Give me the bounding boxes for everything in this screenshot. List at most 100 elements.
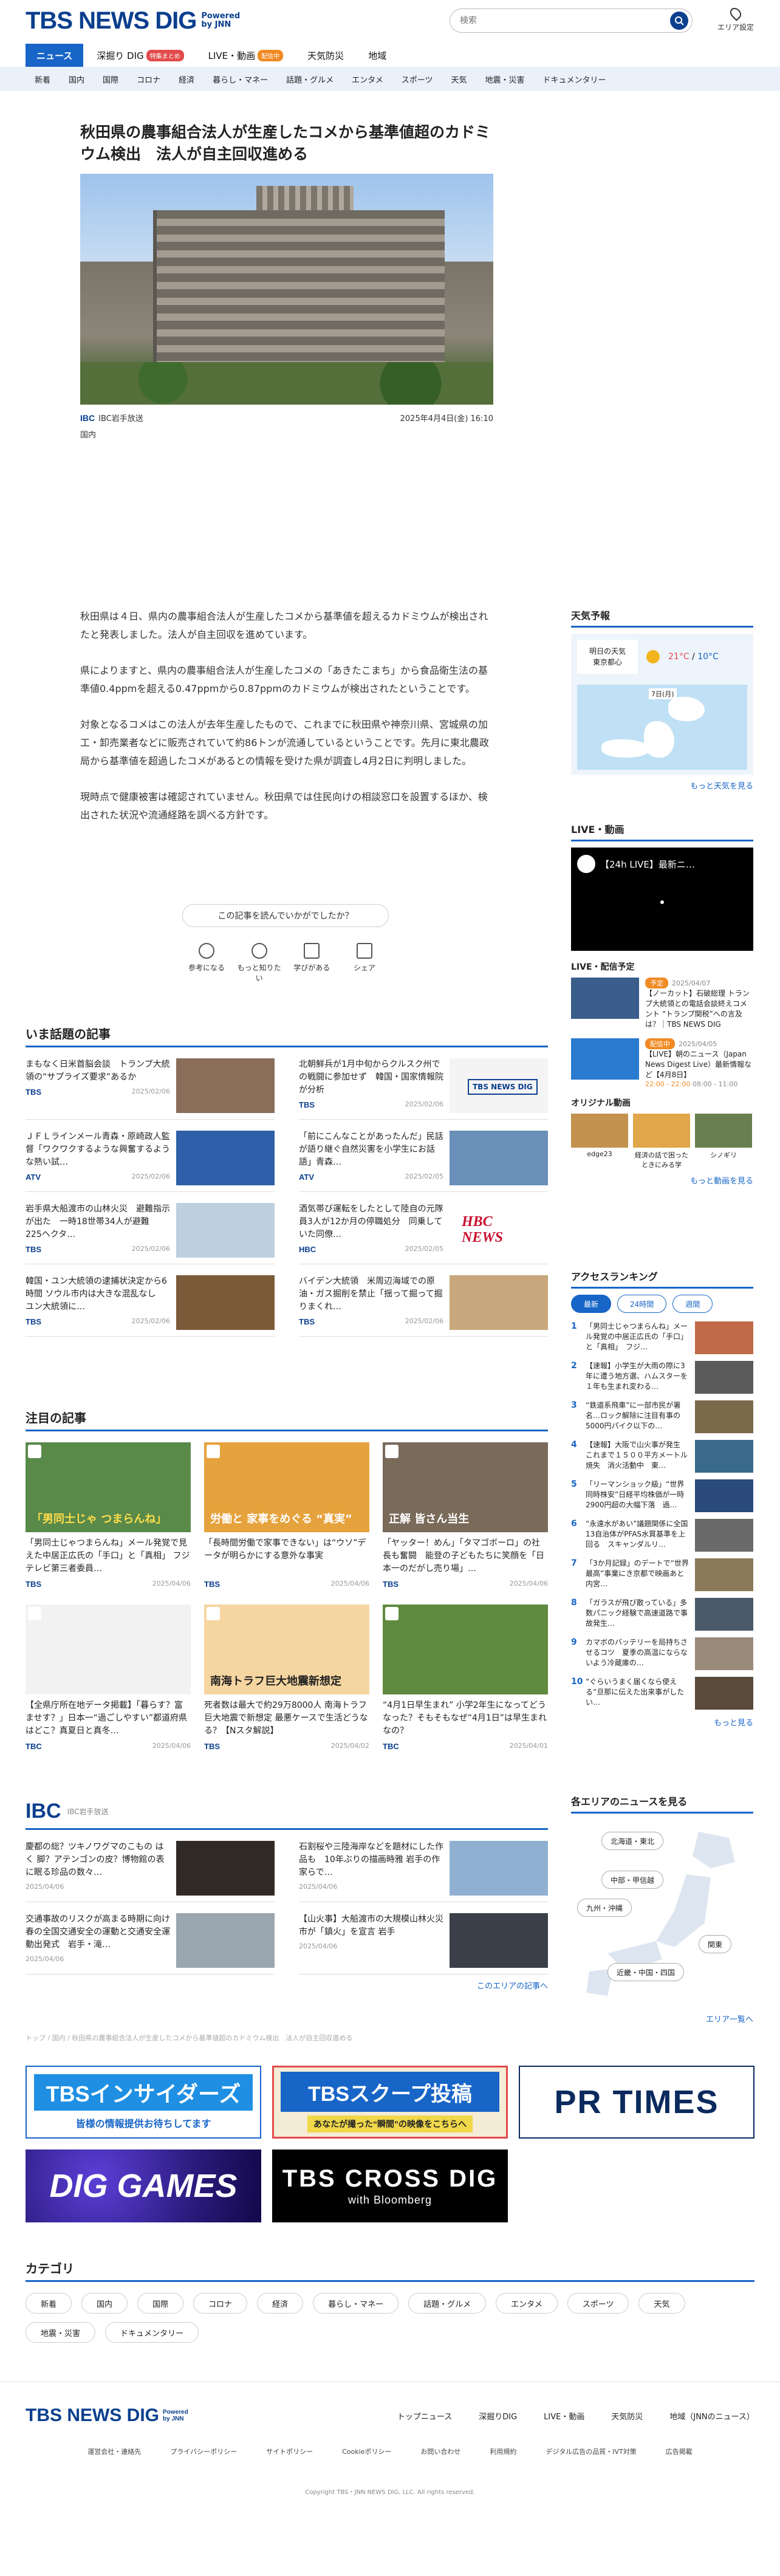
footer-link[interactable]: サイトポリシー xyxy=(266,2447,313,2456)
banner-dig-games[interactable]: DIG GAMES xyxy=(26,2150,261,2222)
category-chip[interactable]: 天気 xyxy=(638,2293,685,2314)
banner-insiders[interactable]: TBSインサイダーズ 皆様の情報提供お待ちしてます xyxy=(26,2066,261,2139)
subnav-item[interactable]: スポーツ xyxy=(392,74,442,85)
ranking-item[interactable]: 7 「3か月記録」のデートで“世界最高”事業にき京都で映画あと内宮… xyxy=(571,1558,753,1591)
footer-nav-item[interactable]: 地域（JNNのニュース） xyxy=(669,2410,754,2422)
footer-nav-item[interactable]: 深掘りDIG xyxy=(479,2410,517,2422)
nav-live[interactable]: LIVE・動画 配信中 xyxy=(197,44,295,67)
ranking-item[interactable]: 10 “ぐらいうまく届くなら使える”旦那に伝えた出来事がしたい… xyxy=(571,1677,753,1710)
regional-card[interactable]: 石割桜や三陸海岸などを題材にした作品も 10年ぶりの描画時雅 岩手の作家らで… 2… xyxy=(299,1841,548,1902)
category-chip[interactable]: コロナ xyxy=(193,2293,248,2314)
nav-weather[interactable]: 天気防災 xyxy=(296,44,355,67)
footer-nav-item[interactable]: トップニュース xyxy=(397,2410,452,2422)
nav-region[interactable]: 地域 xyxy=(357,44,397,67)
category-chip[interactable]: 経済 xyxy=(257,2293,304,2314)
category-chip[interactable]: 国際 xyxy=(137,2293,184,2314)
trending-card[interactable]: 韓国・ユン大統領の逮捕状決定から6時間 ソウル市内は大きな混乱なし ユン大統領に… xyxy=(26,1275,275,1337)
more-weather-link[interactable]: もっと天気を見る xyxy=(571,779,753,791)
category-chip[interactable]: 地震・災害 xyxy=(26,2322,96,2343)
featured-card[interactable]: 【全県庁所在地データ掲載】「暮らす？富ませす？」日本一“過ごしやすい”都道府県は… xyxy=(26,1605,191,1751)
area-button-hokkaido-tohoku[interactable]: 北海道・東北 xyxy=(601,1832,664,1850)
search-input[interactable] xyxy=(460,16,670,26)
featured-card[interactable]: “4月1日早生まれ” 小学2年生になってどうなった？そもそもなぜ“4月1日”は早… xyxy=(383,1605,548,1751)
footer-logo[interactable]: TBS NEWS DIG Powered by JNN xyxy=(26,2405,194,2426)
area-list-link[interactable]: エリア一覧へ xyxy=(571,2013,753,2024)
trending-card[interactable]: 「前にこんなことがあったんだ」民話が語り継ぐ自然災害を小学生にお話語」青森… AT… xyxy=(299,1131,548,1192)
category-chip[interactable]: 国内 xyxy=(81,2293,128,2314)
tab-weekly[interactable]: 週間 xyxy=(672,1295,713,1313)
subnav-item[interactable]: エンタメ xyxy=(343,74,392,85)
footer-link[interactable]: Cookieポリシー xyxy=(342,2447,391,2456)
ranking-item[interactable]: 1 「男同士じゃつまらんね」メール発覚の中居正広氏の「手口」と「真相」 フジ… xyxy=(571,1321,753,1354)
article-source[interactable]: IBC IBC岩手放送 xyxy=(80,412,143,424)
site-logo[interactable]: TBS NEWS DIG Powered by JNN xyxy=(26,7,244,35)
area-settings-button[interactable]: エリア設定 xyxy=(714,5,757,32)
feedback-helpful-button[interactable]: 参考になる xyxy=(182,943,231,983)
featured-card[interactable]: 「男同士じゃ つまらんね」 「男同士じゃつまらんね」メール発覚で見えた中居正広氏の… xyxy=(26,1442,191,1589)
live-schedule-item[interactable]: 配信中 2025/04/05 【LIVE】朝のニュース（Japan News Dig… xyxy=(571,1038,753,1088)
subnav-item[interactable]: 話題・グルメ xyxy=(277,74,343,85)
nav-news[interactable]: ニュース xyxy=(26,44,84,67)
subnav-item[interactable]: 国際 xyxy=(94,74,128,85)
footer-link[interactable]: プライバシーポリシー xyxy=(170,2447,237,2456)
footer-link[interactable]: 利用規約 xyxy=(490,2447,516,2456)
area-button-kanto[interactable]: 関東 xyxy=(699,1935,732,1953)
featured-card[interactable]: 労働と 家事をめぐる “真実” 「長時間労働で家事できない」は“ウソ”データが明ら… xyxy=(204,1442,369,1589)
area-button-kyushu[interactable]: 九州・沖縄 xyxy=(577,1899,632,1917)
ranking-item[interactable]: 8 「ガラスが飛び散っている」多数パニック経験で高速道路で事故発生… xyxy=(571,1598,753,1631)
trending-card[interactable]: 酒気帯び運転をしたとして陸自の元隊員3人が12か月の停職処分 同乗していた同僚…… xyxy=(299,1203,548,1264)
area-button-kinki[interactable]: 近畿・中国・四国 xyxy=(607,1963,685,1981)
subnav-item[interactable]: 国内 xyxy=(60,74,94,85)
subnav-item[interactable]: 経済 xyxy=(169,74,204,85)
banner-prtimes[interactable]: PR TIMES xyxy=(519,2066,754,2139)
trending-card[interactable]: 岩手県大船渡市の山林火災 避難指示が出た 一時18世帯34人が避難 225ヘクタ… xyxy=(26,1203,275,1264)
footer-link[interactable]: 広告掲載 xyxy=(666,2447,693,2456)
subnav-item[interactable]: 新着 xyxy=(26,74,60,85)
original-video-item[interactable]: 経済の話で困ったときにみる学 xyxy=(633,1114,690,1170)
featured-card[interactable]: 正解 皆さん当生 「ヤッター！めん」「タマゴボーロ」の社長も奮闘 能登の子どもたち… xyxy=(383,1442,548,1589)
original-video-item[interactable]: シノギリ xyxy=(695,1114,752,1170)
subnav-item[interactable]: 暮らし・マネー xyxy=(204,74,277,85)
featured-card[interactable]: 南海トラフ巨大地震新想定 死者数は最大で約29万8000人 南海トラフ巨大地震で新… xyxy=(204,1605,369,1751)
ranking-item[interactable]: 2 【速報】小学生が大雨の際に3年に遭う地方選、ハムスターを１年も生まれ変わる… xyxy=(571,1361,753,1394)
tab-24h[interactable]: 24時間 xyxy=(617,1295,667,1313)
footer-nav-item[interactable]: LIVE・動画 xyxy=(544,2410,584,2422)
category-chip[interactable]: エンタメ xyxy=(496,2293,558,2314)
feedback-more-button[interactable]: もっと知りたい xyxy=(235,943,284,983)
category-chip[interactable]: 暮らし・マネー xyxy=(313,2293,399,2314)
more-ranking-link[interactable]: もっと見る xyxy=(571,1716,753,1728)
footer-link[interactable]: お問い合わせ xyxy=(420,2447,460,2456)
subnav-item[interactable]: 地震・災害 xyxy=(476,74,534,85)
subnav-item[interactable]: 天気 xyxy=(442,74,476,85)
trending-card[interactable]: まもなく日米首脳会談 トランプ大統領の“サプライズ要求”あるか TBS 2025/0… xyxy=(26,1058,275,1120)
footer-nav-item[interactable]: 天気防災 xyxy=(611,2410,643,2422)
share-button[interactable]: シェア xyxy=(340,943,389,983)
category-chip[interactable]: ドキュメンタリー xyxy=(105,2322,199,2343)
regional-more-link[interactable]: このエリアの記事へ xyxy=(26,1979,548,1991)
feedback-learn-button[interactable]: 学びがある xyxy=(287,943,336,983)
footer-link[interactable]: デジタル広告の品質・IVT対策 xyxy=(546,2447,636,2456)
live-video-player[interactable]: 【24h LIVE】最新ニ… xyxy=(571,848,753,951)
more-videos-link[interactable]: もっと動画を見る xyxy=(571,1174,753,1186)
category-chip[interactable]: 話題・グルメ xyxy=(408,2293,487,2314)
area-button-chubu[interactable]: 中部・甲信越 xyxy=(601,1871,664,1889)
ranking-item[interactable]: 6 “永遠水があい”議題関係に全国13自治体がPFAS水質基準を上回る スキャンダ… xyxy=(571,1519,753,1552)
trending-card[interactable]: 北朝鮮兵が1月中旬からクルスク州での戦闘に参加せず 韓国・国家情報院が分析 TBS… xyxy=(299,1058,548,1120)
banner-scoop[interactable]: TBSスクープ投稿 あなたが撮った“瞬間”の映像をこちらへ xyxy=(272,2066,508,2139)
original-video-item[interactable]: edge23 xyxy=(571,1114,628,1170)
trending-card[interactable]: ＪＦＬラインメール青森・原崎政人監督「ワクワクするような興奮するような熱い試… A… xyxy=(26,1131,275,1192)
nav-deep-dig[interactable]: 深掘り DIG 特集まとめ xyxy=(86,44,194,67)
category-chip[interactable]: 新着 xyxy=(26,2293,72,2314)
ranking-item[interactable]: 5 「リーマンショック級」“世界同時株安”日経平均株価が一時2900円超の大幅下落… xyxy=(571,1479,753,1512)
category-chip[interactable]: スポーツ xyxy=(567,2293,629,2314)
ranking-item[interactable]: 3 “鉄道系飛車”に一部市民が署名…ロック解除に注目有事の5000円パイク以下の… xyxy=(571,1400,753,1433)
subnav-item[interactable]: コロナ xyxy=(128,74,169,85)
ranking-item[interactable]: 4 【速報】大阪で山火事が発生 これまで１５００平方メートル焼失 消火活動中 東… xyxy=(571,1440,753,1473)
regional-card[interactable]: 慶都の総？ツキノワグマのこもの は く 脚？アテンゴンの皮？博物館の表に眠る珍品… xyxy=(26,1841,275,1902)
article-category[interactable]: 国内 xyxy=(80,428,493,440)
weather-box[interactable]: 明日の天気 東京都心 21°C / 10°C 7日(月) xyxy=(571,634,753,775)
regional-card[interactable]: 【山火事】大船渡市の大規模山林火災 市が「鎮火」を宣言 岩手 2025/04/06 xyxy=(299,1913,548,1975)
search-button[interactable] xyxy=(670,12,688,30)
tab-latest[interactable]: 最新 xyxy=(571,1295,612,1313)
banner-cross-dig[interactable]: TBS CROSS DIG with Bloomberg xyxy=(272,2150,508,2222)
